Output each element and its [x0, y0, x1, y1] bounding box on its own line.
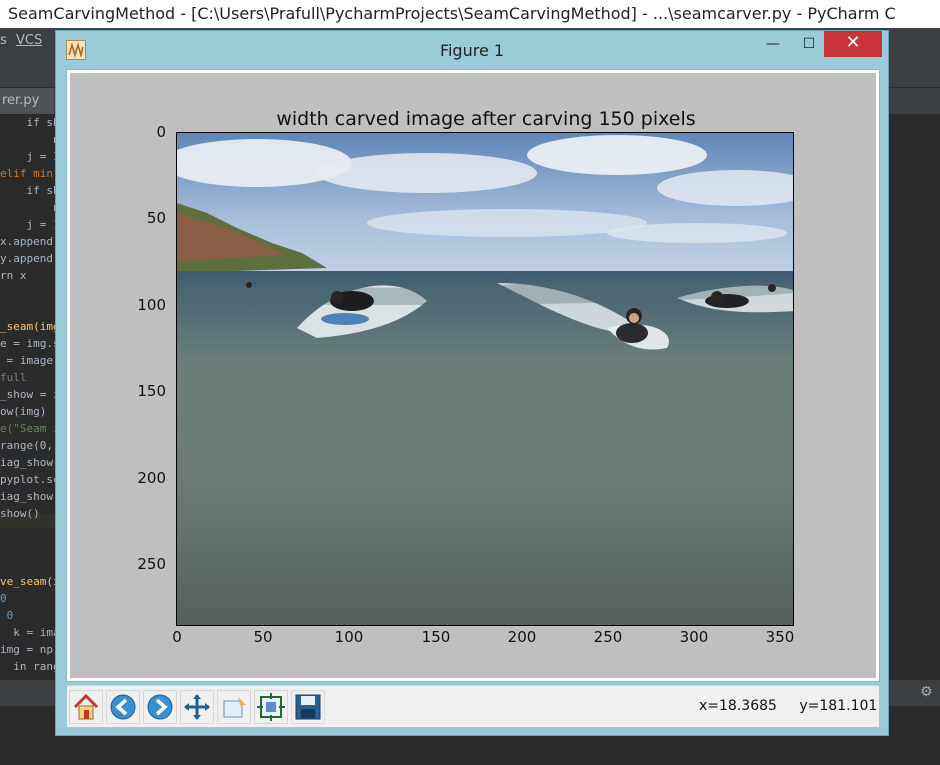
forward-icon [147, 694, 173, 720]
coord-y: y=181.101 [799, 698, 878, 714]
xtick-label: 50 [253, 628, 273, 646]
back-icon [110, 694, 136, 720]
configure-subplots-icon [257, 693, 285, 721]
figure-toolbar: x=18.3685 y=181.101 [67, 685, 879, 727]
code-line: in rang [0, 660, 60, 673]
code-line: n [0, 133, 60, 146]
xtick-label: 200 [507, 628, 537, 646]
home-icon [73, 693, 99, 720]
zoom-button[interactable] [217, 690, 251, 724]
code-line: range(0, [0, 439, 53, 452]
figure-title-bar[interactable]: Figure 1 — ☐ ✕ [56, 31, 888, 69]
code-line: 0 [0, 609, 14, 622]
code-line: if sh [0, 184, 60, 197]
ytick-label: 250 [137, 555, 166, 573]
code-line: y.append [0, 252, 53, 265]
code-line: pyplot.sc [0, 473, 60, 486]
xtick-label: 350 [765, 628, 795, 646]
code-line: rn x [0, 269, 27, 282]
figure-window: Figure 1 — ☐ ✕ width carved image after … [55, 30, 889, 736]
figure-canvas[interactable]: width carved image after carving 150 pix… [66, 69, 880, 682]
configure-subplots-button[interactable] [254, 690, 288, 724]
code-line: k = ima [0, 626, 60, 639]
back-button[interactable] [106, 690, 140, 724]
editor-tab-label: rer.py [2, 93, 40, 108]
minimize-button[interactable]: — [758, 31, 788, 57]
code-line: ow(img) [0, 405, 47, 418]
gear-icon[interactable]: ⚙ [920, 684, 933, 700]
pycharm-title-bar: SeamCarvingMethod - [C:\Users\Prafull\Py… [0, 0, 940, 28]
xtick-label: 300 [679, 628, 709, 646]
ytick-label: 200 [137, 469, 166, 487]
menu-item-s[interactable]: s [0, 28, 7, 54]
zoom-icon [223, 697, 246, 718]
editor-gutter [888, 114, 940, 680]
home-button[interactable] [69, 690, 103, 724]
xtick-label: 250 [593, 628, 623, 646]
pan-button[interactable] [180, 690, 214, 724]
code-line: n [0, 201, 60, 214]
ytick-label: 50 [146, 209, 166, 227]
code-line: e = img.s [0, 337, 60, 350]
code-line: if sh [0, 116, 60, 129]
xtick-label: 100 [334, 628, 364, 646]
code-line: = image [0, 354, 53, 367]
code-line: e("Seam i [0, 422, 60, 435]
surf-photo [177, 133, 793, 625]
code-line: 0 [0, 592, 7, 605]
code-line: _seam(img [0, 320, 60, 333]
code-line: iag_show [0, 490, 53, 503]
plot-title: width carved image after carving 150 pix… [276, 108, 696, 130]
image-axes[interactable] [176, 132, 794, 626]
code-line: full [0, 371, 27, 384]
coord-x: x=18.3685 [699, 698, 777, 714]
forward-button[interactable] [143, 690, 177, 724]
xtick-label: 0 [172, 628, 182, 646]
close-button[interactable]: ✕ [824, 31, 882, 57]
pan-icon [184, 694, 210, 720]
save-button[interactable] [291, 690, 325, 724]
code-line: show() [0, 507, 40, 520]
ytick-label: 150 [137, 382, 166, 400]
xtick-label: 150 [421, 628, 451, 646]
code-line: ve_seam(i [0, 575, 60, 588]
code-line: elif min [0, 167, 53, 180]
editor-tab-seamcarver[interactable]: rer.py × [0, 88, 54, 134]
save-icon [295, 694, 321, 720]
maximize-button[interactable]: ☐ [794, 31, 824, 57]
menu-item-vcs[interactable]: VCS [16, 28, 42, 54]
cursor-coordinates: x=18.3685 y=181.101 [699, 698, 895, 714]
code-line: _show = i [0, 388, 60, 401]
code-line: x.append [0, 235, 53, 248]
code-line: j = 1 [0, 150, 60, 163]
code-line: j = 1 [0, 218, 60, 231]
ytick-label: 0 [156, 123, 166, 141]
code-line: img = np. [0, 643, 60, 656]
ytick-label: 100 [137, 296, 166, 314]
code-line: iag_show [0, 456, 53, 469]
